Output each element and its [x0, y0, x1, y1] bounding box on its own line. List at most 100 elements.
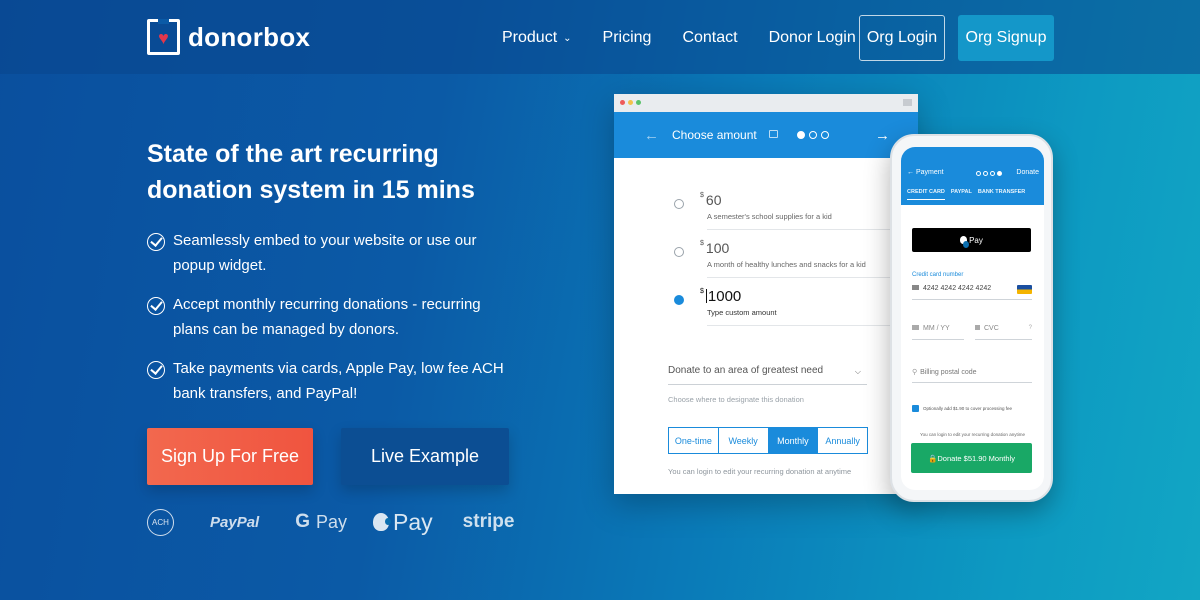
form-footer-note: You can login to edit your recurring don… [668, 467, 852, 476]
nav-links: Product ⌄ Pricing Contact Donor Login [502, 15, 887, 61]
live-example-button[interactable]: Live Example [341, 428, 509, 485]
amount-description: A month of healthy lunches and snacks fo… [707, 260, 866, 269]
card-number-label: Credit card number [912, 272, 964, 278]
tab-paypal[interactable]: PAYPAL [951, 189, 972, 200]
amount-radio-selected[interactable] [674, 295, 684, 305]
phone-form-mockup: ← Payment Donate CREDIT CARD PAYPAL BANK… [890, 134, 1053, 502]
stripe-logo: stripe [462, 511, 515, 532]
chevron-down-icon: ⌵ [854, 367, 861, 376]
amount-radio[interactable] [674, 247, 684, 257]
cover-fee-checkbox[interactable]: Optionally add $1.90 to cover processing… [912, 405, 1012, 412]
cvc-placeholder: CVC [984, 325, 999, 332]
card-number-value: 4242 4242 4242 4242 [923, 285, 992, 292]
org-login-button[interactable]: Org Login [859, 15, 945, 61]
custom-amount-input[interactable]: 1000 [708, 288, 741, 305]
feature-text: Seamlessly embed to your website or use … [173, 232, 477, 249]
frequency-one-time[interactable]: One-time [669, 428, 719, 453]
frequency-weekly[interactable]: Weekly [719, 428, 769, 453]
step-indicator [797, 131, 833, 139]
phone-form-header: ← Payment Donate CREDIT CARD PAYPAL BANK… [901, 147, 1044, 205]
expiry-field[interactable]: MM / YY [912, 325, 964, 340]
apple-icon [373, 513, 392, 531]
nav-contact[interactable]: Contact [682, 29, 737, 47]
brand-name: donorbox [188, 21, 311, 52]
feature-text: plans can be managed by donors. [173, 321, 399, 338]
paypal-logo: PayPal [210, 513, 260, 531]
lock-icon [975, 325, 980, 330]
feature-item: Seamlessly embed to your website or use … [147, 228, 507, 278]
window-close-dot [620, 100, 625, 105]
frequency-monthly[interactable]: Monthly [768, 428, 819, 453]
google-pay-logo: G Pay [295, 511, 347, 533]
feature-text: Accept monthly recurring donations - rec… [173, 296, 481, 313]
amount-radio[interactable] [674, 199, 684, 209]
step-dot [821, 131, 829, 139]
phone-screen: ← Payment Donate CREDIT CARD PAYPAL BANK… [901, 147, 1044, 490]
designation-value: Donate to an area of greatest need [668, 365, 824, 376]
org-signup-button[interactable]: Org Signup [958, 15, 1054, 61]
donate-button[interactable]: 🔒Donate $51.90 Monthly [911, 443, 1032, 473]
window-minimize-dot [628, 100, 633, 105]
phone-header-title[interactable]: ← Payment [907, 169, 944, 176]
frequency-annually[interactable]: Annually [818, 428, 867, 453]
ach-logo-icon: ACH [147, 508, 174, 536]
tab-credit-card[interactable]: CREDIT CARD [907, 189, 945, 200]
cover-fee-label: Optionally add $1.90 to cover processing… [923, 406, 1013, 411]
payment-logos: ACH PayPal G Pay Pay stripe [147, 506, 514, 538]
form-header-title: Choose amount [672, 128, 757, 142]
heart-box-icon: ♥ [147, 19, 180, 55]
visa-card-icon [1017, 285, 1032, 294]
currency-symbol: $ [700, 192, 704, 199]
text-caret [705, 289, 707, 303]
postal-code-field[interactable]: ⚲ Billing postal code [912, 368, 1032, 383]
step-dot [797, 131, 805, 139]
nav-donor-login[interactable]: Donor Login [769, 29, 856, 47]
designation-select[interactable]: Donate to an area of greatest need ⌵ [668, 365, 867, 385]
check-circle-icon [147, 297, 165, 315]
step-dot [809, 131, 817, 139]
feature-text: Take payments via cards, Apple Pay, low … [173, 360, 504, 377]
payment-tabs: CREDIT CARD PAYPAL BANK TRANSFER [901, 189, 1044, 200]
cvc-field[interactable]: CVC ? [975, 325, 1032, 340]
frequency-toggle: One-time Weekly Monthly Annually [668, 427, 868, 454]
nav-pricing[interactable]: Pricing [603, 29, 652, 47]
form-header: ← Choose amount → [614, 112, 918, 158]
apple-pay-label: Pay [969, 235, 983, 245]
check-circle-icon [147, 361, 165, 379]
feature-text: bank transfers, and PayPal! [173, 385, 358, 402]
top-navbar: ♥ donorbox Product ⌄ Pricing Contact Don… [0, 0, 1200, 74]
feature-list: Seamlessly embed to your website or use … [147, 228, 507, 420]
checkbox-checked-icon[interactable] [912, 405, 919, 412]
feature-text: popup widget. [173, 257, 267, 274]
amount-value: 100 [705, 240, 730, 256]
amount-value: 60 [705, 192, 722, 208]
nav-product[interactable]: Product ⌄ [502, 29, 572, 47]
sign-up-free-button[interactable]: Sign Up For Free [147, 428, 313, 485]
postal-placeholder: Billing postal code [920, 369, 977, 376]
check-circle-icon [147, 233, 165, 251]
step-dot [983, 171, 988, 176]
browser-bar [614, 94, 918, 112]
google-pay-text: Pay [316, 511, 348, 532]
headline-line-2: donation system in 15 mins [147, 176, 475, 204]
donorbox-logo[interactable]: ♥ donorbox [147, 19, 310, 55]
help-icon[interactable]: ? [1029, 325, 1032, 331]
expiry-placeholder: MM / YY [923, 325, 950, 332]
apple-icon [960, 236, 970, 248]
apple-pay-button[interactable]: Pay [912, 228, 1031, 252]
back-arrow-icon[interactable]: ← [644, 127, 659, 144]
card-icon [912, 285, 919, 290]
window-maximize-dot [636, 100, 641, 105]
phone-header-right: Donate [1016, 169, 1039, 176]
desktop-form-mockup: ← Choose amount → $60 A semester's schoo… [614, 94, 927, 494]
forward-arrow-icon[interactable]: → [875, 127, 890, 144]
lock-icon [769, 130, 778, 138]
tab-bank-transfer[interactable]: BANK TRANSFER [978, 189, 1025, 200]
browser-menu-icon [903, 99, 912, 106]
apple-pay-logo: Pay [373, 509, 433, 536]
calendar-icon [912, 325, 919, 330]
card-number-field[interactable]: 4242 4242 4242 4242 [912, 285, 1032, 300]
headline-line-1: State of the art recurring [147, 140, 439, 168]
login-note: You can login to edit your recurring don… [920, 432, 1025, 437]
google-g-icon: G [295, 511, 310, 532]
